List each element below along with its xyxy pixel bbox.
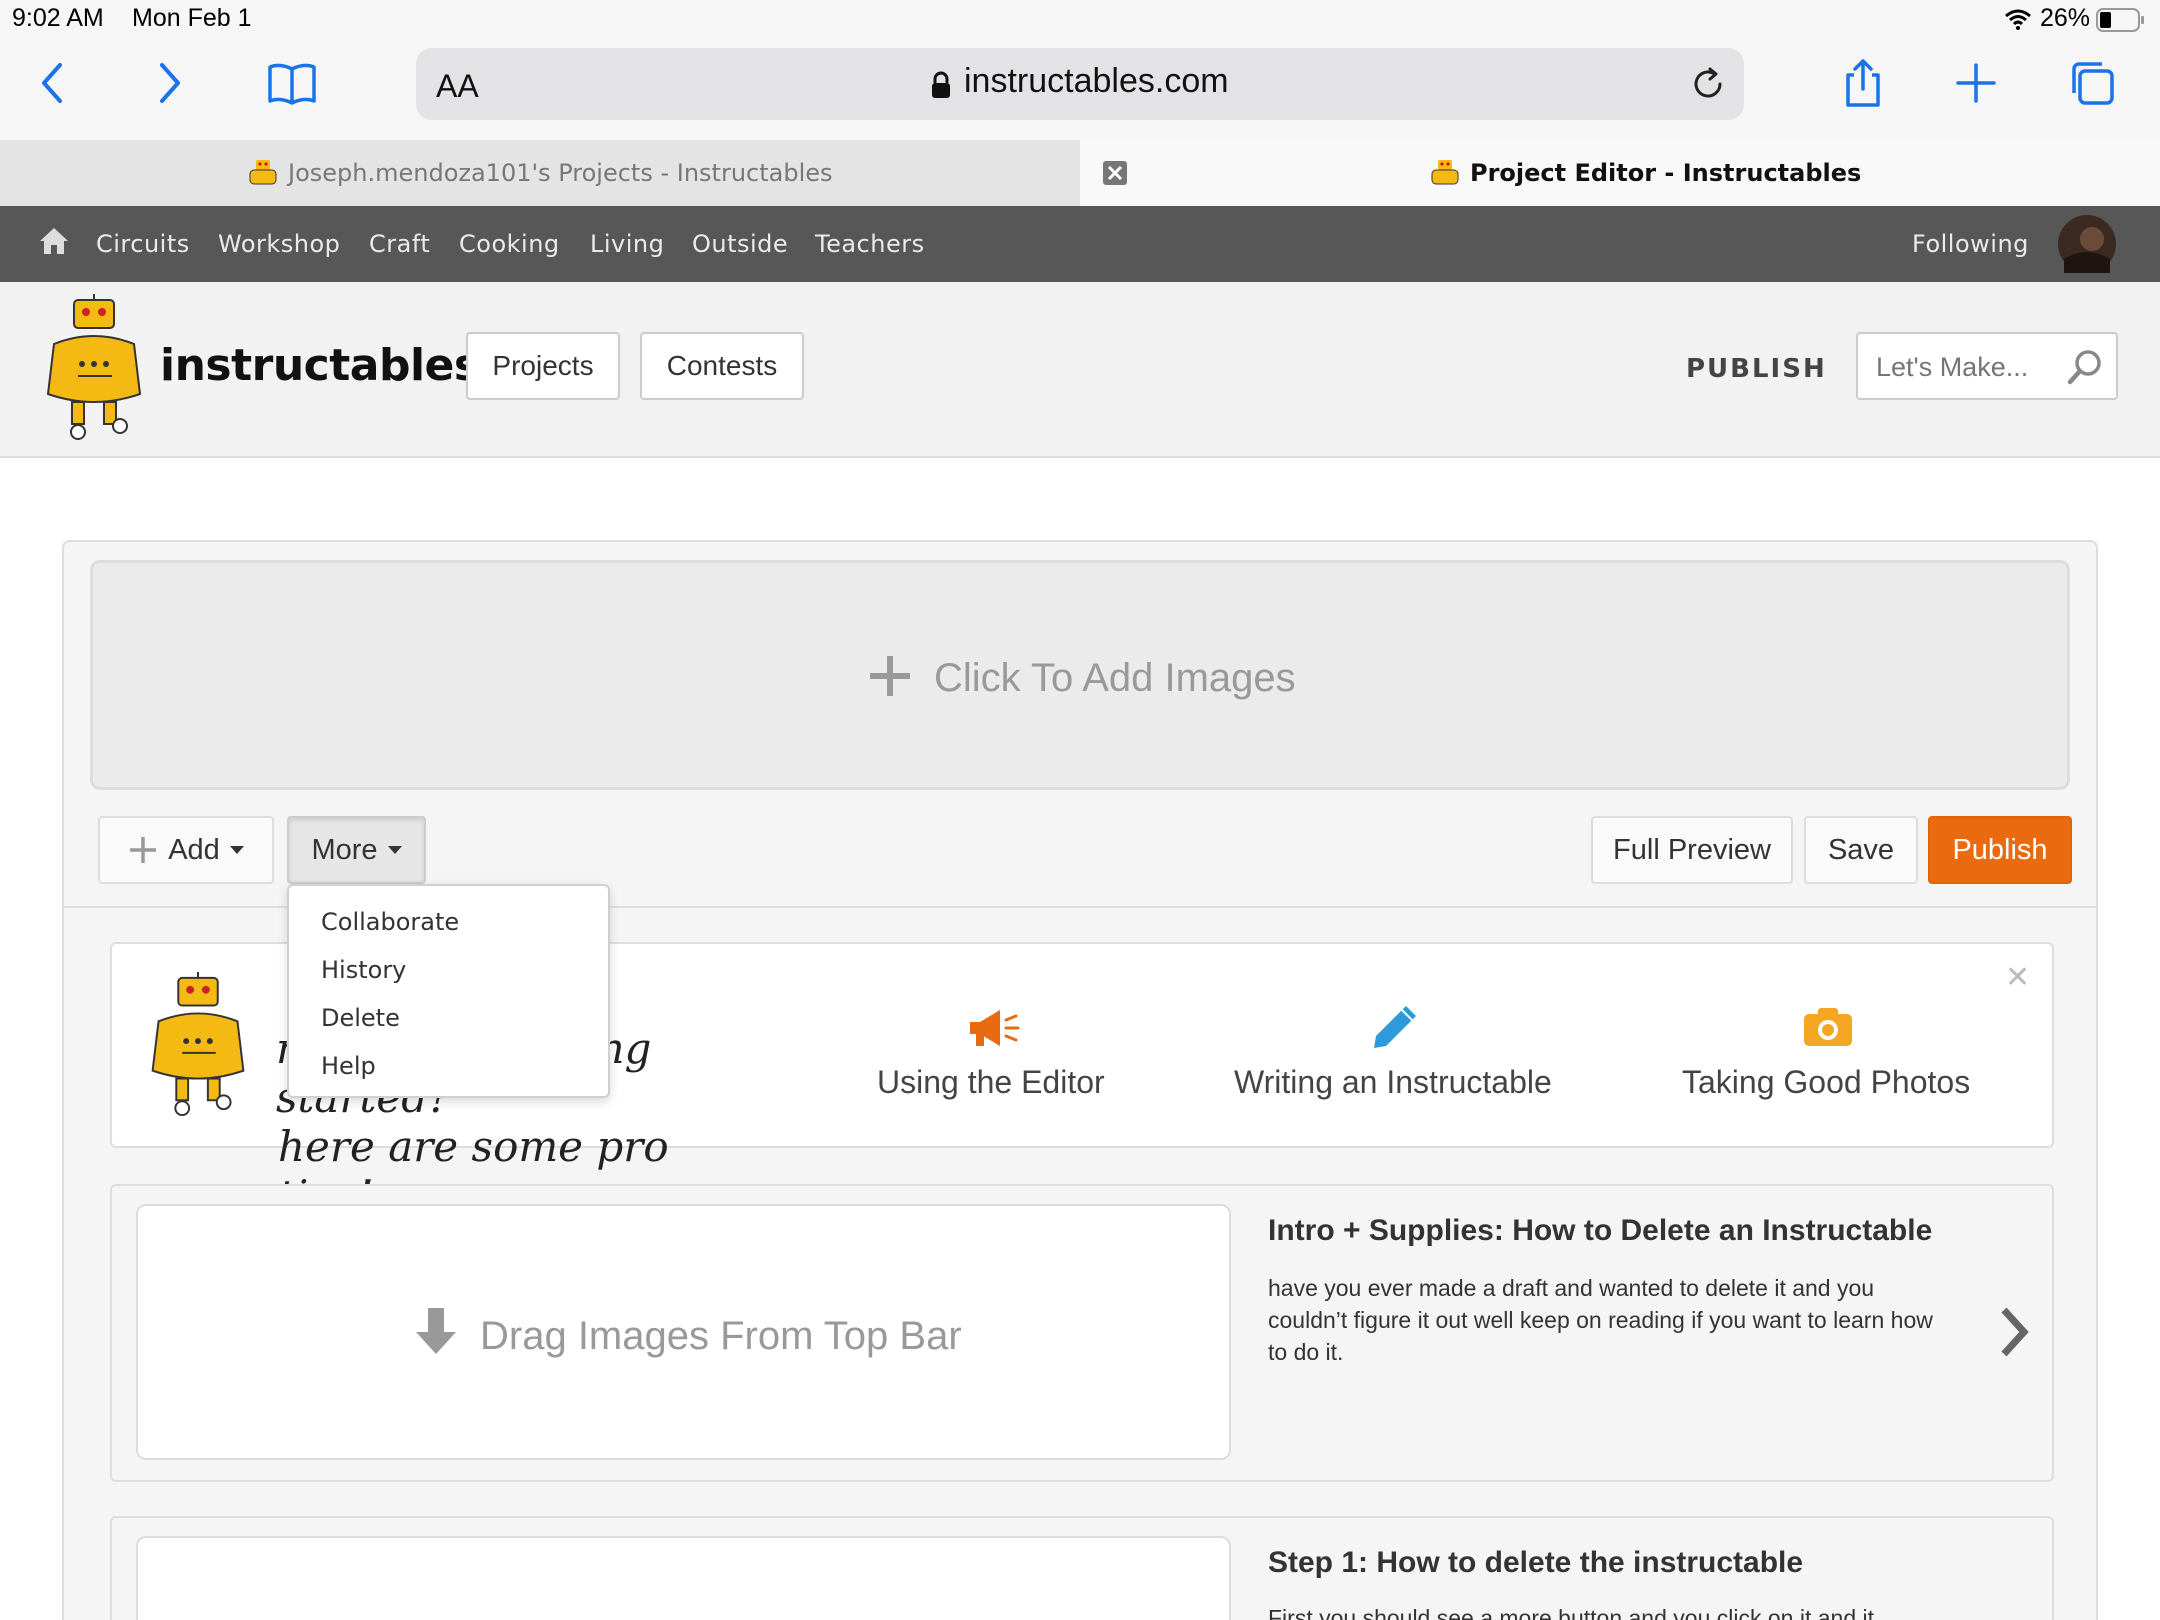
nav-craft[interactable]: Craft xyxy=(369,230,430,258)
plus-icon xyxy=(130,837,157,863)
menu-item-help[interactable]: Help xyxy=(321,1052,376,1080)
nav-living[interactable]: Living xyxy=(590,230,664,258)
instructables-favicon xyxy=(249,160,277,185)
nav-outside[interactable]: Outside xyxy=(692,230,788,258)
step-image-dropzone[interactable] xyxy=(136,1536,1231,1620)
menu-item-history[interactable]: History xyxy=(321,956,406,984)
add-button[interactable]: Add xyxy=(98,816,274,884)
close-tab-icon[interactable] xyxy=(1102,160,1128,186)
reload-icon[interactable] xyxy=(1690,66,1726,102)
contests-button[interactable]: Contests xyxy=(640,332,804,400)
chevron-down-icon xyxy=(229,846,244,854)
chevron-down-icon xyxy=(387,846,402,854)
drag-images-label: Drag Images From Top Bar xyxy=(480,1314,962,1358)
share-icon[interactable] xyxy=(1840,55,1886,111)
tab-project-editor[interactable]: Project Editor - Instructables xyxy=(1080,140,2160,206)
reader-aa-button[interactable]: AA xyxy=(436,68,479,105)
full-preview-button[interactable]: Full Preview xyxy=(1591,816,1793,884)
close-icon[interactable]: ✕ xyxy=(2005,960,2030,995)
nav-cooking[interactable]: Cooking xyxy=(459,230,560,258)
menu-item-delete[interactable]: Delete xyxy=(321,1004,400,1032)
save-button[interactable]: Save xyxy=(1804,816,1918,884)
tab-title: Joseph.mendoza101's Projects - Instructa… xyxy=(288,159,833,187)
status-date: Mon Feb 1 xyxy=(132,4,252,32)
search-box[interactable] xyxy=(1856,332,2118,400)
projects-button[interactable]: Projects xyxy=(466,332,620,400)
tab-title: Project Editor - Instructables xyxy=(1470,159,1862,187)
url-text[interactable]: instructables.com xyxy=(964,62,1229,101)
tip-taking-good-photos[interactable]: Taking Good Photos xyxy=(1682,1064,1970,1101)
arrow-down-icon xyxy=(416,1308,456,1354)
search-input[interactable] xyxy=(1876,352,2056,383)
step-description: First you should see a more button and y… xyxy=(1268,1605,1874,1620)
more-button-label: More xyxy=(311,833,378,866)
tip-using-the-editor[interactable]: Using the Editor xyxy=(877,1064,1105,1101)
pencil-icon xyxy=(1374,1006,1416,1048)
tip-writing-an-instructable[interactable]: Writing an Instructable xyxy=(1234,1064,1552,1101)
plus-icon xyxy=(870,656,910,696)
instructables-favicon xyxy=(1431,160,1459,185)
forward-icon[interactable] xyxy=(154,55,184,111)
bookmarks-icon[interactable] xyxy=(266,55,318,111)
camera-icon xyxy=(1804,1008,1852,1046)
battery-icon xyxy=(2096,8,2144,32)
publish-link[interactable]: PUBLISH xyxy=(1686,354,1827,384)
lock-icon xyxy=(932,71,950,98)
chevron-right-icon[interactable] xyxy=(1996,1304,2032,1360)
add-button-label: Add xyxy=(168,833,220,866)
nav-workshop[interactable]: Workshop xyxy=(218,230,340,258)
status-time: 9:02 AM xyxy=(12,4,104,32)
search-icon[interactable] xyxy=(2066,348,2104,386)
step-title[interactable]: Step 1: How to delete the instructable xyxy=(1268,1546,1803,1580)
robot-mascot-icon xyxy=(151,972,245,1117)
wifi-icon xyxy=(2005,9,2031,30)
status-bar xyxy=(0,0,2160,40)
publish-button[interactable]: Publish xyxy=(1928,816,2072,884)
home-icon[interactable] xyxy=(38,226,70,256)
category-nav: Circuits Workshop Craft Cooking Living O… xyxy=(0,206,2160,282)
tabs-overview-icon[interactable] xyxy=(2068,55,2116,111)
megaphone-icon xyxy=(970,1010,1020,1046)
battery-percentage: 26% xyxy=(2040,4,2091,32)
new-tab-icon[interactable] xyxy=(1956,55,1996,111)
nav-following[interactable]: Following xyxy=(1912,230,2029,258)
more-button[interactable]: More xyxy=(287,816,426,884)
tab-projects[interactable]: Joseph.mendoza101's Projects - Instructa… xyxy=(0,140,1080,206)
menu-item-collaborate[interactable]: Collaborate xyxy=(321,908,459,936)
step-title[interactable]: Intro + Supplies: How to Delete an Instr… xyxy=(1268,1214,1932,1248)
nav-circuits[interactable]: Circuits xyxy=(96,230,190,258)
back-icon[interactable] xyxy=(38,55,68,111)
add-images-label[interactable]: Click To Add Images xyxy=(934,656,1296,701)
instructables-robot-logo[interactable] xyxy=(34,294,154,444)
site-logo-text[interactable]: instructables xyxy=(160,340,480,391)
nav-teachers[interactable]: Teachers xyxy=(815,230,925,258)
step-description: have you ever made a draft and wanted to… xyxy=(1268,1275,1933,1365)
more-dropdown-menu: Collaborate History Delete Help xyxy=(287,884,610,1098)
user-avatar[interactable] xyxy=(2058,215,2116,273)
